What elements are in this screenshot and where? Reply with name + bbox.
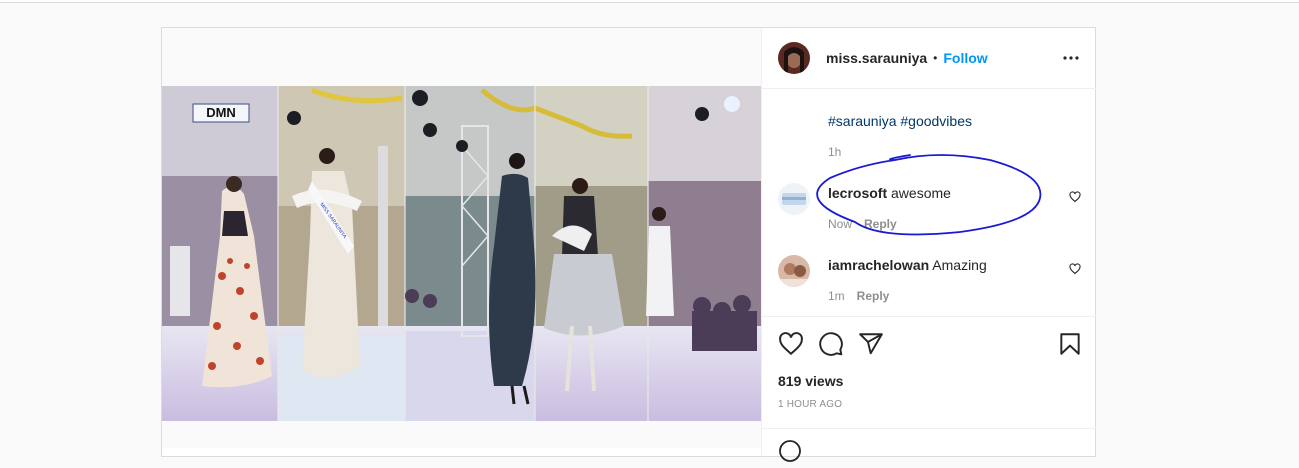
caption-time: 1h <box>828 145 842 159</box>
post-actions: 819 views 1 HOUR AGO <box>762 316 1097 428</box>
comment-icon[interactable] <box>818 331 844 357</box>
comment-like-icon[interactable] <box>1069 191 1081 203</box>
post-header: miss.sarauniya • Follow <box>762 28 1097 89</box>
post-timestamp: 1 HOUR AGO <box>778 399 843 410</box>
comment-like-icon[interactable] <box>1069 263 1081 275</box>
comment-text: Amazing <box>932 257 987 273</box>
bookmark-icon[interactable] <box>1057 331 1083 357</box>
more-icon[interactable] <box>1063 50 1079 71</box>
header-separator: • <box>933 51 938 65</box>
comment-body: iamrachelowan Amazing <box>828 257 987 273</box>
comment-text: awesome <box>891 185 951 201</box>
cut-off-text <box>828 89 868 91</box>
comment-username[interactable]: iamrachelowan <box>828 257 929 273</box>
view-count[interactable]: 819 views <box>778 373 843 389</box>
comments-list[interactable]: #sarauniya #goodvibes 1h lecrosoft aweso… <box>762 89 1097 316</box>
author-avatar[interactable] <box>778 42 810 74</box>
runway-scene: MISS SARAUNIYA <box>162 86 761 421</box>
dmn-watermark: DMN <box>206 105 236 120</box>
post-video[interactable]: MISS SARAUNIYA DMN <box>162 86 761 421</box>
comment-meta: Now Reply <box>828 217 897 231</box>
comment-avatar[interactable] <box>778 255 810 287</box>
author-username[interactable]: miss.sarauniya <box>826 50 927 66</box>
comment-avatar[interactable] <box>778 183 810 215</box>
comment-meta: 1m Reply <box>828 289 889 303</box>
caption-hashtags[interactable]: #sarauniya #goodvibes <box>828 113 972 129</box>
browser-top-bar <box>0 0 1299 3</box>
media-area: MISS SARAUNIYA DMN <box>162 28 761 448</box>
emoji-icon[interactable] <box>778 439 802 463</box>
comment-username[interactable]: lecrosoft <box>828 185 887 201</box>
heart-icon[interactable] <box>778 331 804 357</box>
comment-body: lecrosoft awesome <box>828 185 951 201</box>
comment-time: Now <box>828 217 853 231</box>
post-sidebar: miss.sarauniya • Follow #sarauniya #good… <box>761 28 1097 462</box>
follow-button[interactable]: Follow <box>943 50 987 66</box>
post-card: MISS SARAUNIYA DMN miss.sarauniya • Foll… <box>161 27 1097 462</box>
comment-time: 1m <box>828 289 845 303</box>
share-icon[interactable] <box>858 331 884 357</box>
reply-button[interactable]: Reply <box>864 217 897 231</box>
add-comment-bar <box>762 428 1097 468</box>
reply-button[interactable]: Reply <box>857 289 890 303</box>
